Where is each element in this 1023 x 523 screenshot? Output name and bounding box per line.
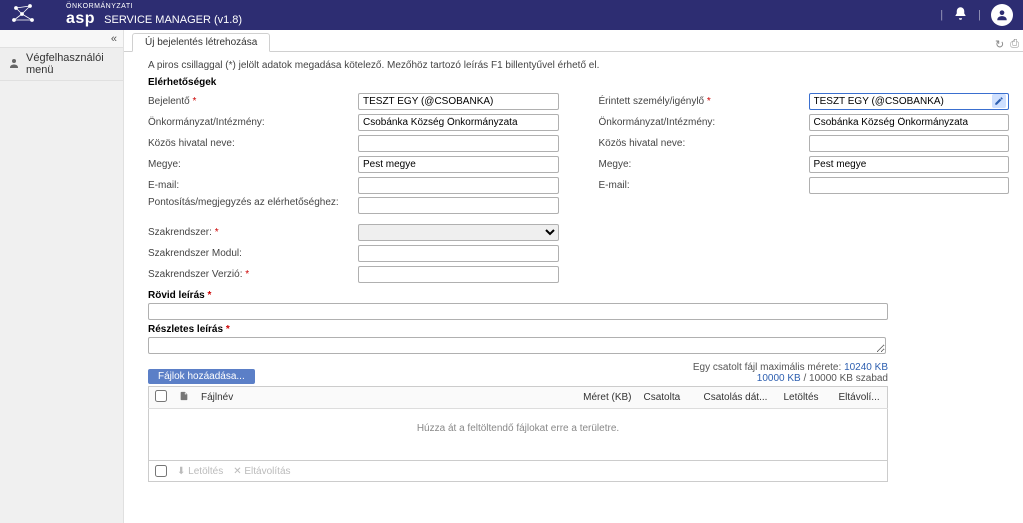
refresh-icon[interactable]: ↻ bbox=[995, 38, 1004, 51]
affected-municipality-label: Önkormányzat/Intézmény: bbox=[599, 117, 809, 128]
edit-icon[interactable] bbox=[992, 94, 1006, 108]
affected-email-input[interactable] bbox=[809, 177, 1010, 194]
affected-input[interactable] bbox=[810, 94, 993, 109]
affected-joint-office-input[interactable] bbox=[809, 135, 1010, 152]
col-remove[interactable]: Eltávolí... bbox=[833, 387, 888, 409]
section-contacts-title: Elérhetőségek bbox=[148, 77, 1009, 88]
affected-county-input[interactable] bbox=[809, 156, 1010, 173]
reporter-label: Bejelentő * bbox=[148, 96, 358, 107]
col-date[interactable]: Csatolás dát... bbox=[698, 387, 778, 409]
system-select[interactable] bbox=[358, 224, 559, 241]
tabs-row: Új bejelentés létrehozása ↻ ⎙ bbox=[124, 30, 1023, 52]
email-label: E-mail: bbox=[148, 180, 358, 191]
county-input[interactable] bbox=[358, 156, 559, 173]
attachments-footer: ⬇ Letöltés ✕ Eltávolítás bbox=[148, 461, 888, 482]
tab-new-report[interactable]: Új bejelentés létrehozása bbox=[132, 33, 270, 52]
separator: | bbox=[940, 9, 943, 21]
print-icon[interactable]: ⎙ bbox=[1010, 38, 1019, 51]
footer-remove-button[interactable]: ✕ Eltávolítás bbox=[233, 466, 290, 477]
chevron-left-icon: « bbox=[111, 33, 117, 45]
col-filename[interactable]: Fájlnév bbox=[195, 387, 568, 409]
footer-select-checkbox[interactable] bbox=[155, 465, 167, 477]
sidebar-item-label: Végfelhasználói menü bbox=[26, 52, 115, 76]
sidebar: « Végfelhasználói menü bbox=[0, 30, 124, 523]
add-files-button[interactable]: Fájlok hozáadása... bbox=[148, 369, 255, 384]
detailed-desc-label: Részletes leírás * bbox=[148, 324, 1009, 335]
tab-label: Új bejelentés létrehozása bbox=[145, 37, 257, 48]
select-all-checkbox[interactable] bbox=[155, 390, 167, 402]
joint-office-input[interactable] bbox=[358, 135, 559, 152]
attachments-table: Fájlnév Méret (KB) Csatolta Csatolás dát… bbox=[148, 386, 888, 461]
contact-note-textarea[interactable] bbox=[358, 197, 559, 214]
separator: | bbox=[978, 9, 981, 21]
topbar-actions: | | bbox=[940, 4, 1013, 26]
affected-input-wrapper bbox=[809, 93, 1010, 110]
col-attached-by[interactable]: Csatolta bbox=[638, 387, 698, 409]
attachments-header-row: Fájlnév Méret (KB) Csatolta Csatolás dát… bbox=[149, 387, 888, 409]
affected-column: Érintett személy/igénylő * Önkormányzat/ bbox=[599, 92, 1010, 286]
col-size[interactable]: Méret (KB) bbox=[568, 387, 638, 409]
footer-download-button[interactable]: ⬇ Letöltés bbox=[177, 466, 223, 477]
col-download[interactable]: Letöltés bbox=[778, 387, 833, 409]
detailed-desc-textarea[interactable] bbox=[148, 337, 886, 354]
affected-label: Érintett személy/igénylő * bbox=[599, 96, 809, 107]
file-icon-header bbox=[173, 387, 195, 409]
system-version-input[interactable] bbox=[358, 266, 559, 283]
main-area: Új bejelentés létrehozása ↻ ⎙ A piros cs… bbox=[124, 30, 1023, 523]
required-note: A piros csillaggal (*) jelölt adatok meg… bbox=[148, 60, 1009, 71]
affected-email-label: E-mail: bbox=[599, 180, 809, 191]
sidebar-item-enduser-menu[interactable]: Végfelhasználói menü bbox=[0, 48, 123, 81]
brand-text: ÖNKORMÁNYZATI asp SERVICE MANAGER (v1.8) bbox=[66, 3, 242, 28]
brand-name: asp bbox=[66, 10, 95, 27]
reporter-column: Bejelentő * Önkormányzat/Intézmény: Közö… bbox=[148, 92, 559, 286]
municipality-input[interactable] bbox=[358, 114, 559, 131]
sidebar-collapse-button[interactable]: « bbox=[0, 30, 123, 48]
short-desc-input[interactable] bbox=[148, 303, 888, 320]
county-label: Megye: bbox=[148, 159, 358, 170]
affected-joint-office-label: Közös hivatal neve: bbox=[599, 138, 809, 149]
attachment-quota: Egy csatolt fájl maximális mérete: 10240… bbox=[693, 362, 888, 384]
user-avatar[interactable] bbox=[991, 4, 1013, 26]
reporter-input[interactable] bbox=[358, 93, 559, 110]
brand-superscript: ÖNKORMÁNYZATI bbox=[66, 3, 242, 10]
contact-note-label: Pontosítás/megjegyzés az elérhetőséghez: bbox=[148, 197, 358, 208]
system-version-label: Szakrendszer Verzió: * bbox=[148, 269, 358, 280]
notifications-icon[interactable] bbox=[953, 6, 968, 24]
download-icon: ⬇ bbox=[177, 466, 185, 477]
system-module-label: Szakrendszer Modul: bbox=[148, 248, 358, 259]
system-label: Szakrendszer: * bbox=[148, 227, 358, 238]
network-icon bbox=[10, 3, 60, 28]
joint-office-label: Közös hivatal neve: bbox=[148, 138, 358, 149]
municipality-label: Önkormányzat/Intézmény: bbox=[148, 117, 358, 128]
close-icon: ✕ bbox=[233, 466, 241, 477]
brand-area: ÖNKORMÁNYZATI asp SERVICE MANAGER (v1.8) bbox=[10, 3, 242, 28]
affected-municipality-input[interactable] bbox=[809, 114, 1010, 131]
system-module-input[interactable] bbox=[358, 245, 559, 262]
affected-county-label: Megye: bbox=[599, 159, 809, 170]
email-input[interactable] bbox=[358, 177, 559, 194]
short-desc-label: Rövid leírás * bbox=[148, 290, 1009, 301]
dropzone[interactable]: Húzza át a feltöltendő fájlokat erre a t… bbox=[149, 409, 888, 461]
app-title: SERVICE MANAGER (v1.8) bbox=[104, 14, 242, 26]
user-icon bbox=[8, 57, 20, 72]
top-bar: ÖNKORMÁNYZATI asp SERVICE MANAGER (v1.8)… bbox=[0, 0, 1023, 30]
